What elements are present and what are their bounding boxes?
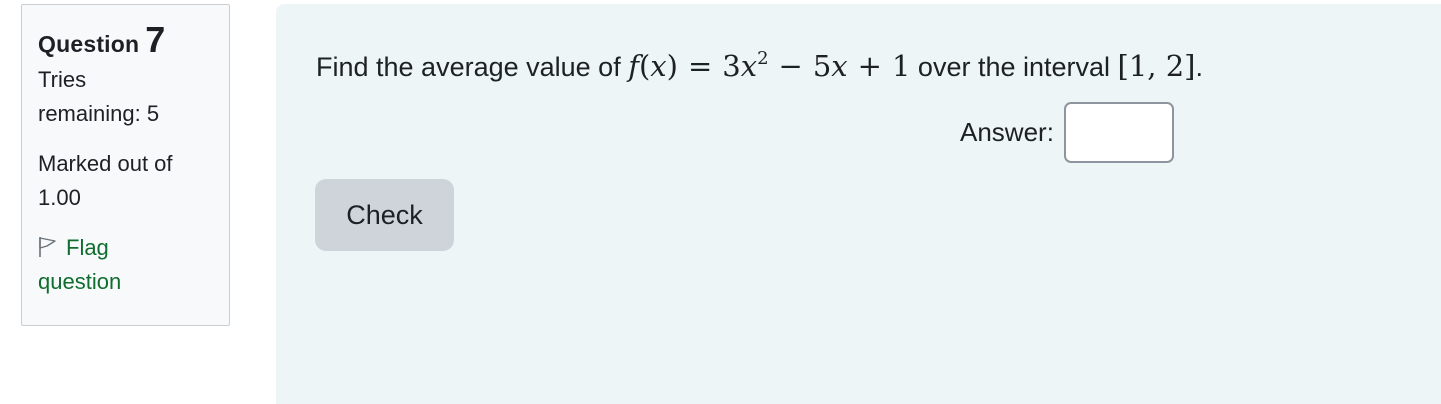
question-word: Question — [38, 31, 140, 57]
flag-label-line2: question — [38, 269, 122, 294]
flag-question-link[interactable]: Flag question — [38, 231, 213, 299]
question-suffix: . — [1195, 52, 1204, 82]
marked-label: Marked out of — [38, 151, 173, 176]
plus-sign: + — [857, 49, 882, 83]
coef1: 3 — [722, 49, 741, 83]
func-x: x — [650, 49, 667, 83]
flag-icon — [38, 234, 58, 257]
question-content-panel: Find the average value of f(x) = 3x2−5x +1 … — [276, 4, 1441, 404]
var1: x — [740, 49, 758, 83]
func-close: ) — [666, 49, 678, 83]
func-f: f — [628, 49, 639, 83]
minus-sign: − — [778, 49, 803, 83]
question-middle: over the interval — [910, 52, 1118, 82]
question-info-box: Question 7 Tries remaining: 5 Marked out… — [21, 4, 230, 326]
equals-sign: = — [687, 49, 713, 83]
coef2: 5 — [812, 49, 832, 83]
flag-label-line1: Flag — [66, 235, 109, 260]
question-prefix: Find the average value of — [316, 52, 629, 82]
marked-value: 1.00 — [38, 185, 81, 210]
answer-row: Answer: — [960, 102, 1174, 163]
power: 2 — [757, 48, 769, 69]
question-number: 7 — [145, 19, 166, 60]
func-open: ( — [638, 49, 651, 83]
answer-input[interactable] — [1063, 102, 1174, 163]
var2: x — [831, 49, 848, 83]
interval: [1, 2] — [1117, 49, 1196, 83]
question-number-heading: Question 7 — [38, 19, 213, 60]
tries-remaining: remaining: 5 — [38, 101, 160, 126]
question-text: Find the average value of f(x) = 3x2−5x +1 … — [316, 44, 1203, 89]
check-button[interactable]: Check — [315, 179, 454, 251]
constant: 1 — [891, 49, 911, 83]
answer-label: Answer: — [960, 117, 1054, 147]
tries-label: Tries — [38, 67, 87, 92]
function-expression: f(x) = 3x2−5x +1 — [628, 49, 910, 83]
